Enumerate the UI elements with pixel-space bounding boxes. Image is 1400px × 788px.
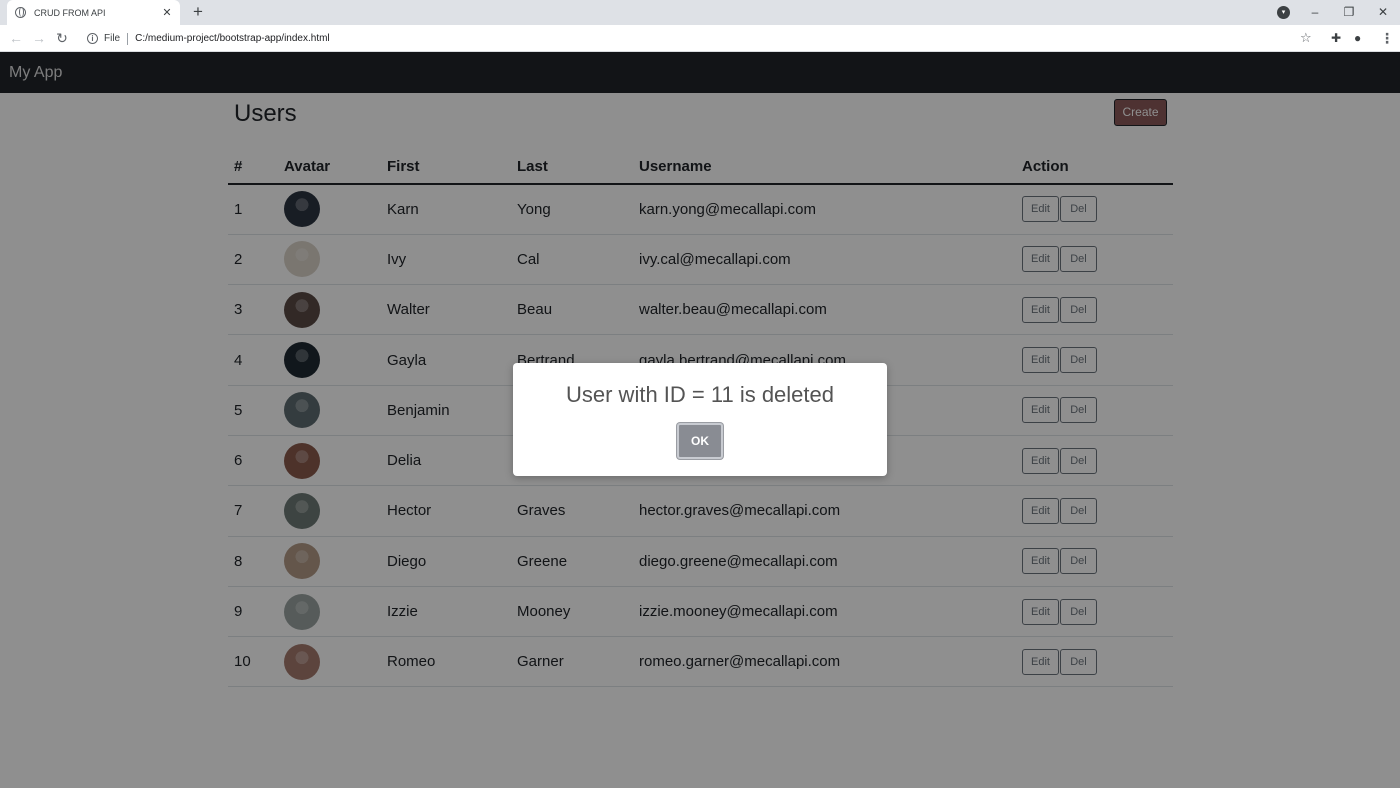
bookmark-star-icon[interactable]: ☆ [1300,28,1312,48]
close-tab-icon[interactable]: ✕ [160,6,174,19]
minimize-icon[interactable]: – [1298,0,1332,25]
restore-icon[interactable]: ❐ [1332,0,1366,25]
browser-toolbar: ← → ↻ i File C:/medium-project/bootstrap… [0,25,1400,52]
address-bar[interactable]: i File C:/medium-project/bootstrap-app/i… [80,28,1320,49]
tab-search-icon[interactable]: ▾ [1277,6,1290,19]
browser-tab[interactable]: CRUD FROM API ✕ [7,0,180,25]
window-close-icon[interactable]: ✕ [1366,0,1400,25]
tab-title: CRUD FROM API [34,7,106,18]
extensions-icon[interactable]: ✚ [1331,30,1341,46]
browser-tabstrip: CRUD FROM API ✕ + ▾ – ❐ ✕ [0,0,1400,25]
globe-icon [15,7,26,18]
ok-button[interactable]: OK [677,423,723,459]
profile-avatar-icon[interactable]: ● [1354,30,1361,46]
url-scheme: File [104,33,121,44]
dialog-title: User with ID = 11 is deleted [566,382,834,407]
browser-menu-icon[interactable]: ⋮ [1380,28,1394,48]
url-text[interactable]: C:/medium-project/bootstrap-app/index.ht… [135,33,330,44]
info-icon[interactable]: i [87,33,98,44]
back-arrow-icon[interactable]: ← [6,28,26,48]
address-divider [127,32,129,45]
new-tab-button[interactable]: + [188,2,208,22]
alert-dialog: User with ID = 11 is deleted OK [513,363,887,476]
reload-icon[interactable]: ↻ [52,28,72,48]
forward-arrow-icon[interactable]: → [29,28,49,48]
